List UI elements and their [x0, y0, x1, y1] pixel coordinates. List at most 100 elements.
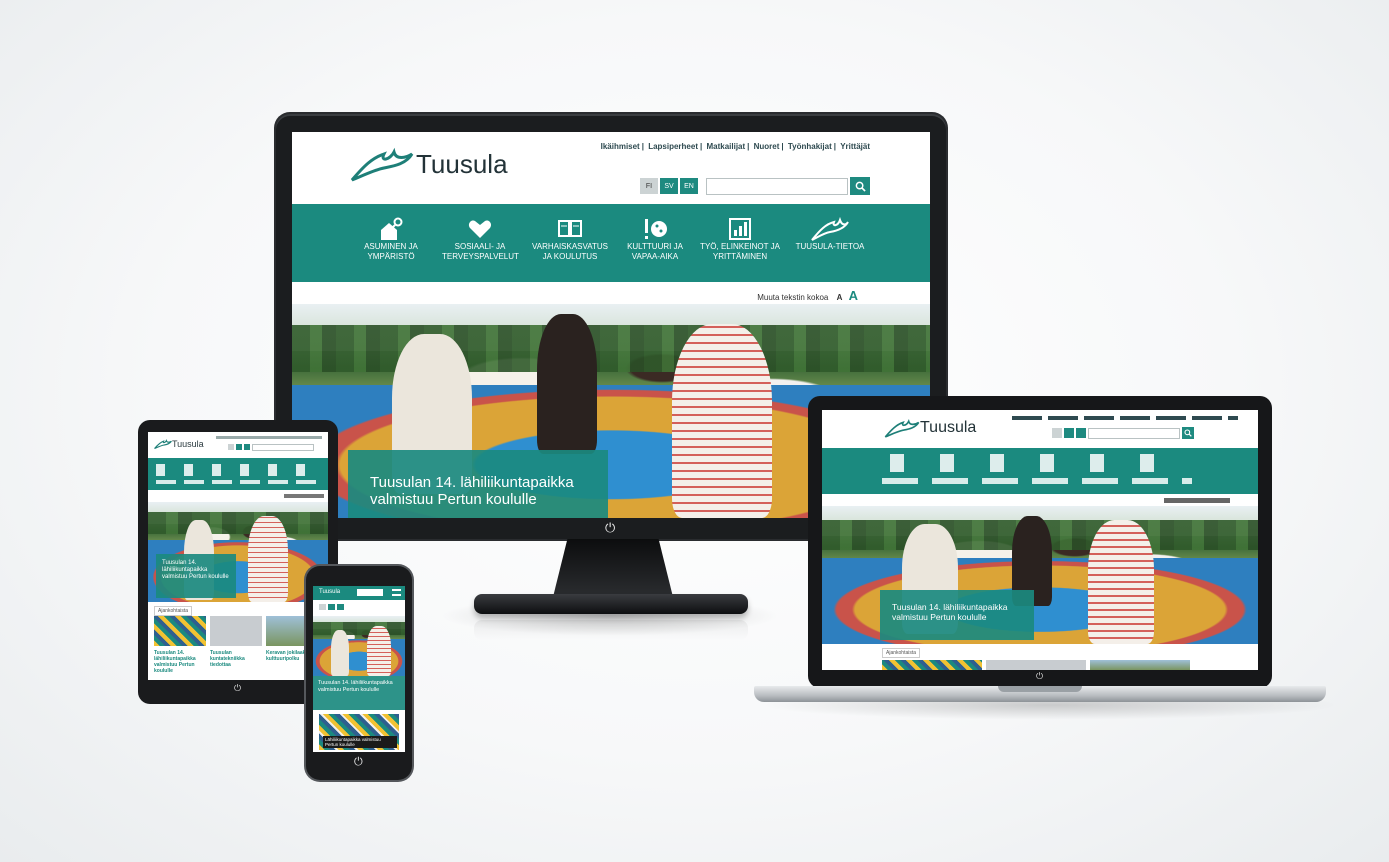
top-link[interactable]: Nuoret	[754, 142, 780, 151]
main-navigation	[148, 458, 328, 490]
nav-labels	[882, 478, 1192, 484]
logo-text: Tuusula	[416, 148, 508, 179]
power-icon: ⏻	[1036, 671, 1044, 681]
top-link[interactable]: Matkailijat	[706, 142, 745, 151]
search-button[interactable]	[850, 177, 870, 195]
lang-en[interactable]: EN	[680, 178, 698, 194]
news-image[interactable]	[986, 660, 1086, 670]
tuusula-logo[interactable]: Tuusula	[154, 438, 204, 450]
tuusula-leaf-icon	[154, 439, 172, 450]
top-link[interactable]: Työnhakijat	[788, 142, 832, 151]
nav-item-tuusula-tietoa[interactable]: TUUSULA-TIETOA	[788, 216, 872, 252]
hero-playground	[313, 638, 405, 676]
nav-labels	[156, 480, 320, 484]
power-icon: ⏻	[605, 520, 616, 535]
hero-caption-box[interactable]: Tuusulan 14. lähiliikuntapaikka valmistu…	[313, 676, 405, 710]
news-title[interactable]: Tuusulan kuntatekniikka tiedottaa	[210, 650, 264, 668]
hero-trees	[292, 325, 930, 373]
nav-item-varhaiskasvatus[interactable]: VARHAISKASVATUS JA KOULUTUS	[530, 216, 610, 262]
monitor-base	[474, 594, 748, 614]
lang-en[interactable]	[244, 444, 250, 450]
lang-sv[interactable]	[328, 604, 335, 610]
text-size-small[interactable]: A	[837, 293, 843, 302]
nav-item-sosiaali[interactable]: SOSIAALI- JA TERVEYSPALVELUT	[442, 216, 519, 262]
hero-child-right	[1088, 520, 1154, 644]
nav-item-kulttuuri[interactable]: KULTTUURI JA VAPAA-AIKA	[620, 216, 690, 262]
news-tiles	[882, 660, 1190, 670]
tablet-screen: Tuusula Tuusulan 14. lähiliikuntapaikka …	[148, 432, 328, 680]
hero-caption-box[interactable]: Tuusulan 14. lähiliikuntapaikka valmistu…	[880, 590, 1034, 640]
nav-label: TUUSULA-TIETOA	[795, 242, 865, 251]
nav-icons[interactable]	[890, 454, 1190, 472]
nav-label: KULTTUURI JA VAPAA-AIKA	[627, 242, 683, 261]
hero-caption-box[interactable]: Tuusulan 14. lähiliikuntapaikka valmistu…	[348, 450, 608, 518]
top-link[interactable]: Ikäihmiset	[601, 142, 640, 151]
lang-fi[interactable]	[319, 604, 326, 610]
language-switch	[1052, 428, 1086, 438]
top-link[interactable]: Lapsiperheet	[648, 142, 698, 151]
text-size-control[interactable]	[1164, 498, 1230, 503]
top-link[interactable]: Yrittäjät	[840, 142, 870, 151]
logo-text[interactable]: Tuusula	[319, 589, 340, 595]
text-size-control[interactable]	[284, 494, 324, 498]
book-icon	[558, 220, 582, 237]
lang-fi[interactable]	[228, 444, 234, 450]
promo-image[interactable]: Lähiliikuntapaikka valmistuu Pertun koul…	[319, 714, 399, 750]
lang-sv[interactable]	[1064, 428, 1074, 438]
logo-text: Tuusula	[920, 419, 977, 436]
monitor-neck	[553, 539, 673, 597]
nav-label: TYÖ, ELINKEINOT JA YRITTÄMINEN	[700, 242, 780, 261]
lang-sv[interactable]	[236, 444, 242, 450]
menu-icon[interactable]	[392, 589, 401, 596]
news-image[interactable]	[210, 616, 262, 646]
promo-caption: Lähiliikuntapaikka valmistuu Pertun koul…	[323, 736, 397, 748]
search-button[interactable]	[1182, 427, 1194, 439]
language-switch	[228, 444, 250, 450]
culture-palette-icon	[645, 219, 667, 239]
hero-trees	[148, 512, 328, 534]
hero-caption-box[interactable]: Tuusulan 14. lähiliikuntapaikka valmistu…	[156, 554, 236, 598]
chart-icon	[729, 218, 751, 240]
nav-item-tyo[interactable]: TYÖ, ELINKEINOT JA YRITTÄMINEN	[700, 216, 780, 262]
tuusula-logo[interactable]: Tuusula	[884, 418, 976, 438]
top-links	[216, 436, 322, 439]
lang-fi[interactable]	[1052, 428, 1062, 438]
news-tab[interactable]: Ajankohtaista	[154, 606, 193, 616]
tuusula-logo[interactable]: Tuusula	[350, 146, 508, 182]
hero-image[interactable]: Tuusulan 14. lähiliikuntapaikka valmistu…	[148, 502, 328, 602]
news-title[interactable]: Tuusulan 14. lähiliikuntapaikka valmistu…	[154, 650, 208, 674]
news-image[interactable]	[1090, 660, 1190, 670]
news-tab[interactable]: Ajankohtaista	[882, 648, 921, 658]
nav-label: ASUMINEN JA YMPÄRISTÖ	[364, 242, 418, 261]
power-icon: ⏻	[234, 683, 242, 693]
search-input[interactable]	[252, 444, 314, 451]
search-input[interactable]	[706, 178, 848, 195]
lang-en[interactable]	[1076, 428, 1086, 438]
hero-trees	[313, 622, 405, 636]
hero-image[interactable]: Tuusulan 14. lähiliikuntapaikka valmistu…	[822, 506, 1258, 644]
top-links[interactable]	[1012, 416, 1238, 420]
text-size-large[interactable]: A	[849, 288, 858, 303]
news-image[interactable]	[882, 660, 982, 670]
hero-image[interactable]	[313, 616, 405, 676]
lang-en[interactable]	[337, 604, 344, 610]
nav-item-asuminen[interactable]: ASUMINEN JA YMPÄRISTÖ	[356, 216, 426, 262]
phone-header: Tuusula	[313, 586, 405, 600]
language-switch	[319, 604, 344, 610]
tuusula-leaf-icon	[350, 147, 414, 182]
monitor-reflection	[474, 620, 748, 640]
nav-icons[interactable]	[156, 464, 320, 476]
search-input[interactable]	[1088, 428, 1180, 439]
language-switch: FI SV EN	[640, 178, 698, 194]
lang-fi[interactable]: FI	[640, 178, 658, 194]
hero-caption: Tuusulan 14. lähiliikuntapaikka valmistu…	[162, 560, 229, 580]
news-image[interactable]	[154, 616, 206, 646]
lang-sv[interactable]: SV	[660, 178, 678, 194]
text-size-control: Muuta tekstin kokoa A A	[757, 288, 858, 303]
power-icon: ⏻	[354, 756, 363, 768]
hero-caption: Tuusulan 14. lähiliikuntapaikka valmistu…	[318, 680, 393, 693]
top-links: Ikäihmiset | Lapsiperheet | Matkailijat | N…	[600, 142, 870, 151]
search-input[interactable]	[357, 589, 383, 596]
tuusula-leaf-icon	[884, 418, 920, 438]
main-navigation	[822, 448, 1258, 494]
